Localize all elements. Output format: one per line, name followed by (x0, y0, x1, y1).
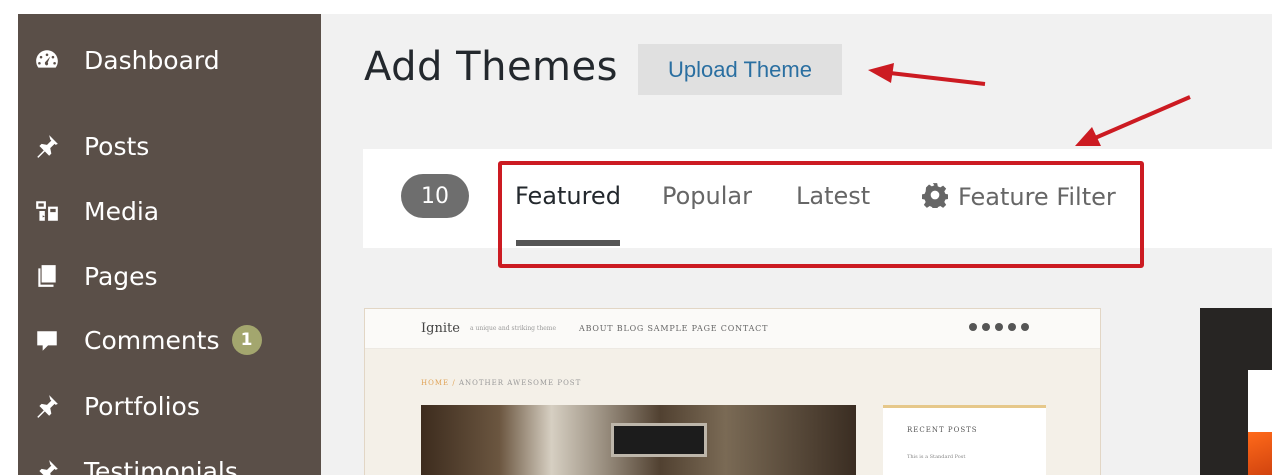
theme-preview-body: HOME / ANOTHER AWESOME POST RECENT POSTS… (365, 349, 1100, 475)
comment-count-badge: 1 (231, 324, 262, 355)
camera-image (421, 405, 856, 475)
sidebar-item-comments[interactable]: Comments 1 (18, 319, 321, 363)
theme-preview-image (1248, 432, 1272, 475)
sidebar-item-label: Comments 1 (84, 324, 262, 357)
sidebar-item-portfolios[interactable]: Portfolios (18, 384, 321, 428)
pin-icon (32, 456, 62, 475)
widget-title: RECENT POSTS (907, 426, 978, 434)
feature-filter-label: Feature Filter (958, 183, 1116, 211)
pin-icon (32, 131, 62, 161)
theme-card[interactable] (1200, 308, 1272, 475)
tab-featured[interactable]: Featured (515, 182, 621, 210)
gear-icon (921, 182, 949, 211)
theme-card[interactable]: Ignite a unique and striking theme ABOUT… (364, 308, 1101, 475)
social-icons (969, 323, 1029, 331)
active-tab-indicator (516, 240, 620, 246)
pin-icon (32, 391, 62, 421)
theme-nav: ABOUT BLOG SAMPLE PAGE CONTACT (579, 324, 769, 333)
sidebar-item-posts[interactable]: Posts (18, 124, 321, 168)
tab-feature-filter[interactable]: Feature Filter (921, 182, 1116, 211)
sidebar-item-testimonials[interactable]: Testimonials (18, 449, 321, 475)
sidebar-item-label: Dashboard (84, 45, 220, 75)
media-icon (32, 196, 62, 226)
theme-logo: Ignite (421, 321, 460, 336)
sidebar-item-dashboard[interactable]: Dashboard (18, 38, 321, 82)
admin-window: Dashboard Posts Media Pages Comments 1 P… (18, 14, 1272, 475)
theme-count-badge: 10 (401, 174, 469, 218)
sidebar-item-label: Media (84, 196, 160, 226)
dashboard-icon (32, 45, 62, 75)
sidebar-item-label: Testimonials (84, 456, 238, 475)
admin-sidebar: Dashboard Posts Media Pages Comments 1 P… (18, 14, 321, 475)
sidebar-item-media[interactable]: Media (18, 189, 321, 233)
comment-icon (32, 326, 62, 356)
main-content: Add Themes Upload Theme 10 Featured Popu… (321, 14, 1272, 475)
page-title: Add Themes (364, 44, 618, 90)
sidebar-item-label: Portfolios (84, 391, 200, 421)
theme-tagline: a unique and striking theme (470, 325, 556, 332)
theme-breadcrumb: HOME / ANOTHER AWESOME POST (421, 379, 582, 387)
sidebar-item-label: Posts (84, 131, 150, 161)
theme-preview-header: Ignite a unique and striking theme ABOUT… (365, 309, 1100, 349)
widget-item: This is a Standard Post (907, 454, 966, 460)
tab-latest[interactable]: Latest (796, 182, 870, 210)
sidebar-item-pages[interactable]: Pages (18, 254, 321, 298)
pages-icon (32, 261, 62, 291)
theme-filter-bar: 10 Featured Popular Latest Feature Filte… (363, 149, 1272, 248)
sidebar-item-label: Pages (84, 261, 158, 291)
recent-posts-widget: RECENT POSTS This is a Standard Post (883, 405, 1046, 475)
upload-theme-button[interactable]: Upload Theme (638, 44, 842, 95)
tab-popular[interactable]: Popular (662, 182, 752, 210)
